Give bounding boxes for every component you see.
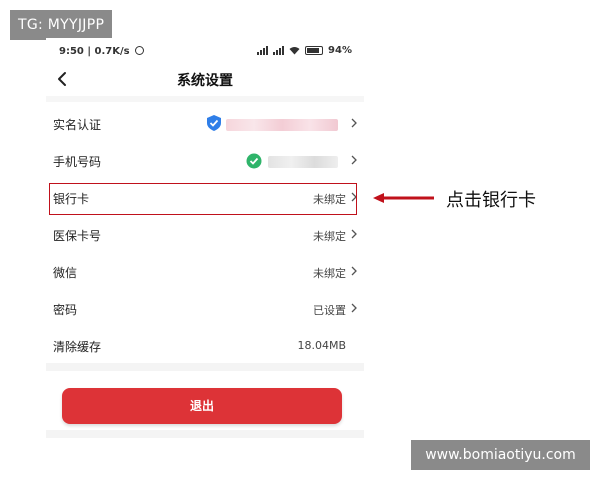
highlight-box: [49, 183, 357, 215]
chevron-right-icon: [351, 155, 357, 165]
redacted-value: [268, 156, 338, 168]
row-value: 未绑定: [313, 267, 346, 280]
battery-percent: 94%: [328, 45, 352, 56]
row-clear-cache[interactable]: 清除缓存 18.04MB: [46, 328, 364, 365]
row-label: 密码: [53, 303, 78, 317]
row-value: 未绑定: [313, 230, 346, 243]
status-right: 94%: [257, 45, 352, 56]
check-circle-icon: [246, 153, 262, 169]
chevron-right-icon: [351, 118, 357, 128]
row-wechat[interactable]: 微信 未绑定: [46, 254, 364, 291]
signal-icon: [257, 46, 269, 55]
phone-screen: 9:50 | 0.7K/s 94% 系统设置 实名认证 手机号码 银行卡 未绑定…: [46, 38, 364, 438]
row-value: 已设置: [313, 304, 346, 317]
chevron-right-icon: [351, 303, 357, 313]
watermark-bottom-right: www.bomiaotiyu.com: [411, 440, 590, 470]
row-real-name[interactable]: 实名认证: [46, 106, 364, 143]
chevron-right-icon: [351, 266, 357, 276]
row-medical-card[interactable]: 医保卡号 未绑定: [46, 217, 364, 254]
row-value: 18.04MB: [297, 339, 346, 352]
logout-button[interactable]: 退出: [62, 388, 342, 424]
chevron-right-icon: [351, 229, 357, 239]
row-label: 清除缓存: [53, 340, 102, 354]
alarm-icon: [135, 46, 145, 55]
page-title: 系统设置: [177, 73, 233, 89]
divider: [46, 430, 364, 438]
battery-icon: [305, 46, 324, 55]
signal-icon: [273, 46, 285, 55]
row-password[interactable]: 密码 已设置: [46, 291, 364, 328]
shield-check-icon: [207, 115, 221, 131]
watermark-top-left: TG: MYYJJPP: [10, 10, 113, 40]
row-label: 手机号码: [53, 155, 102, 169]
status-bar: 9:50 | 0.7K/s 94%: [46, 38, 364, 64]
annotation-text: 点击银行卡: [446, 190, 536, 211]
settings-list: 实名认证 手机号码 银行卡 未绑定 医保卡号 未绑定 微信 未绑定 密码 已设置…: [46, 106, 364, 365]
redacted-value: [226, 119, 338, 131]
arrow-left-icon: [373, 193, 434, 203]
row-phone[interactable]: 手机号码: [46, 143, 364, 180]
divider: [46, 363, 364, 371]
row-label: 微信: [53, 266, 78, 280]
status-time: 9:50 | 0.7K/s: [59, 46, 145, 57]
nav-bar: 系统设置: [46, 64, 364, 94]
row-label: 医保卡号: [53, 229, 102, 243]
row-label: 实名认证: [53, 118, 102, 132]
wifi-icon: [289, 47, 300, 55]
divider: [46, 96, 364, 102]
